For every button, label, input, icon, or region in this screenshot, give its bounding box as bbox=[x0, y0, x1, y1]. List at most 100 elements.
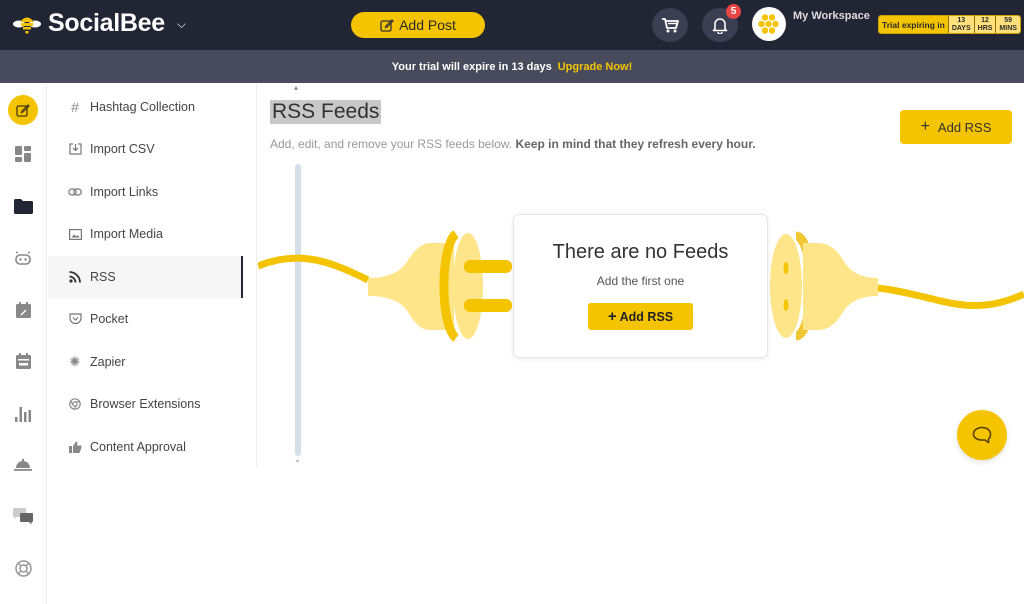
trial-banner: Your trial will expire in 13 days Upgrad… bbox=[0, 50, 1024, 83]
rail-analytics[interactable] bbox=[8, 398, 38, 428]
trial-hours-unit: HRS bbox=[977, 24, 993, 32]
add-post-button[interactable]: Add Post bbox=[351, 12, 485, 38]
analytics-icon bbox=[15, 406, 31, 422]
create-post-icon bbox=[16, 104, 30, 117]
plus-icon: + bbox=[607, 308, 617, 325]
submenu-item-import-links[interactable]: Import Links bbox=[48, 171, 243, 213]
left-prong-top bbox=[464, 260, 512, 273]
subtitle-text: Add, edit, and remove your RSS feeds bel… bbox=[270, 137, 513, 151]
scroll-up-arrow[interactable]: ▴ bbox=[294, 83, 298, 92]
trial-message: Your trial will expire in 13 days bbox=[391, 60, 552, 73]
trial-mins: 59 MINS bbox=[995, 16, 1020, 33]
submenu-item-browser-extensions[interactable]: Browser Extensions bbox=[48, 383, 243, 425]
submenu-item-label: Content Approval bbox=[90, 440, 186, 454]
rail-content[interactable] bbox=[8, 191, 38, 221]
bot-icon bbox=[15, 251, 31, 265]
left-prong-bottom bbox=[464, 299, 512, 312]
content-folder-icon bbox=[13, 198, 33, 214]
right-plug-face bbox=[770, 234, 802, 338]
chevron-down-icon[interactable]: ⌵ bbox=[177, 17, 186, 32]
thumbs-up-icon bbox=[68, 441, 82, 453]
rail-calendar[interactable] bbox=[8, 346, 38, 376]
trial-mins-unit: MINS bbox=[999, 24, 1017, 32]
notification-badge: 5 bbox=[726, 4, 741, 19]
submenu-item-label: Import Media bbox=[90, 227, 163, 241]
zapier-icon: ✺ bbox=[69, 354, 81, 369]
content-submenu: # Hashtag Collection Import CSV Import L… bbox=[48, 83, 301, 468]
engage-icon bbox=[13, 507, 33, 524]
page-subtitle: Add, edit, and remove your RSS feeds bel… bbox=[270, 137, 756, 151]
scroll-down-arrow[interactable]: ⌄ bbox=[294, 455, 301, 464]
scheduler-icon bbox=[15, 302, 31, 318]
left-cable bbox=[258, 254, 370, 284]
workspace-name[interactable]: My Workspace bbox=[793, 10, 870, 22]
empty-state-add-rss-button[interactable]: + Add RSS bbox=[588, 303, 693, 330]
rail-engage[interactable] bbox=[8, 501, 38, 531]
empty-state-subtitle: Add the first one bbox=[596, 274, 685, 288]
brand-name: SocialBee bbox=[48, 9, 165, 37]
rss-icon bbox=[68, 271, 82, 283]
trial-hours-value: 12 bbox=[981, 16, 989, 24]
brand-logo[interactable]: SocialBee ⌵ bbox=[12, 9, 186, 38]
subtitle-emphasis: Keep in mind that they refresh every hou… bbox=[515, 137, 756, 151]
submenu-item-pocket[interactable]: Pocket bbox=[48, 298, 243, 340]
dashboard-icon bbox=[15, 146, 31, 162]
link-icon bbox=[68, 188, 82, 196]
submenu-item-content-approval[interactable]: Content Approval bbox=[48, 426, 243, 468]
trial-days-unit: DAYS bbox=[951, 24, 971, 32]
empty-state-card: There are no Feeds Add the first one + A… bbox=[513, 214, 768, 358]
help-icon bbox=[14, 559, 32, 577]
image-icon bbox=[68, 228, 82, 240]
submenu-item-label: Browser Extensions bbox=[90, 397, 201, 411]
cart-button[interactable] bbox=[652, 8, 688, 42]
chrome-icon bbox=[68, 398, 82, 410]
icon-rail bbox=[0, 83, 47, 604]
rail-create-post[interactable] bbox=[8, 95, 38, 125]
hashtag-icon: # bbox=[71, 99, 79, 115]
submenu-item-label: Import Links bbox=[90, 185, 159, 199]
edit-icon bbox=[380, 19, 394, 32]
rail-bot[interactable] bbox=[8, 243, 38, 273]
honeycomb-icon bbox=[758, 14, 779, 34]
pocket-icon bbox=[68, 313, 82, 325]
submenu-item-label: Pocket bbox=[90, 312, 129, 326]
rail-scheduler[interactable] bbox=[8, 295, 38, 325]
import-csv-icon bbox=[68, 143, 82, 155]
submenu-item-label: Zapier bbox=[90, 355, 126, 369]
trial-countdown[interactable]: Trial expiring in 13 DAYS 12 HRS 59 MINS bbox=[878, 15, 1021, 34]
chat-button[interactable] bbox=[957, 410, 1007, 460]
trial-label: Trial expiring in bbox=[879, 16, 948, 33]
rail-concierge[interactable] bbox=[8, 450, 38, 480]
empty-state-title: There are no Feeds bbox=[552, 241, 729, 263]
workspace-avatar[interactable] bbox=[752, 7, 786, 41]
right-socket-bottom bbox=[783, 299, 789, 311]
calendar-icon bbox=[15, 353, 31, 369]
chat-bubble-icon bbox=[972, 426, 992, 444]
page-title: RSS Feeds bbox=[270, 100, 382, 124]
right-plug-body bbox=[803, 243, 878, 330]
right-cable bbox=[877, 284, 1024, 310]
empty-add-rss-label: Add RSS bbox=[619, 309, 674, 324]
rail-help[interactable] bbox=[8, 553, 38, 583]
plus-icon: + bbox=[920, 118, 930, 135]
trial-days: 13 DAYS bbox=[947, 16, 974, 33]
left-plug-face bbox=[453, 233, 483, 339]
add-rss-button[interactable]: + Add RSS bbox=[900, 110, 1012, 144]
submenu-item-import-media[interactable]: Import Media bbox=[48, 213, 243, 255]
trial-days-value: 13 bbox=[957, 16, 966, 24]
submenu-item-label: Hashtag Collection bbox=[90, 100, 195, 114]
submenu-item-rss[interactable]: RSS bbox=[48, 256, 243, 298]
concierge-icon bbox=[14, 459, 32, 471]
bee-icon bbox=[13, 17, 41, 33]
right-socket-top bbox=[783, 262, 789, 274]
submenu-item-import-csv[interactable]: Import CSV bbox=[48, 128, 243, 170]
cart-icon bbox=[662, 18, 679, 33]
submenu-item-label: RSS bbox=[90, 270, 116, 284]
trial-mins-value: 59 bbox=[1004, 16, 1013, 24]
top-bar: SocialBee ⌵ Add Post 5 My Workspace Tria… bbox=[0, 0, 1024, 50]
submenu-item-zapier[interactable]: ✺ Zapier bbox=[48, 341, 243, 383]
upgrade-link[interactable]: Upgrade Now! bbox=[558, 61, 633, 73]
submenu-item-hashtag-collection[interactable]: # Hashtag Collection bbox=[48, 86, 243, 128]
add-rss-label: Add RSS bbox=[937, 119, 992, 135]
rail-dashboard[interactable] bbox=[8, 139, 38, 169]
